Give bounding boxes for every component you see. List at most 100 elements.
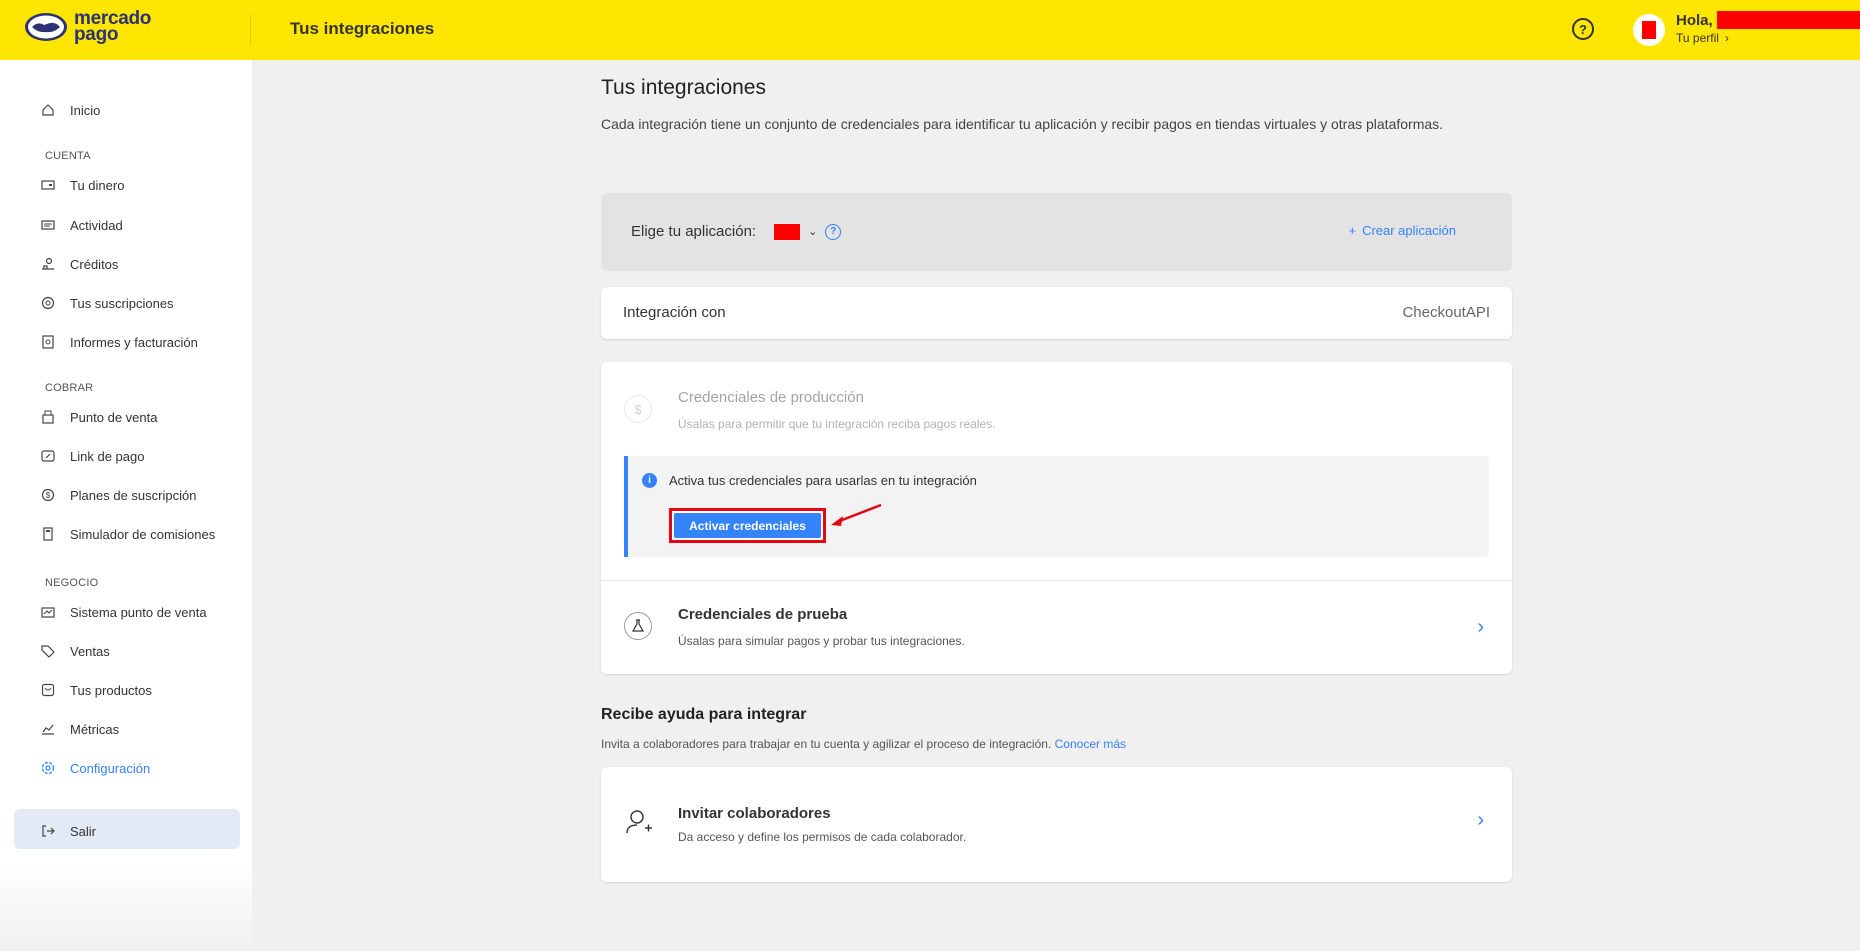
integration-label: Integración con	[623, 304, 726, 321]
flask-icon	[624, 612, 652, 640]
app-selector-box: Elige tu aplicación: ⌄ ? + Crear aplicac…	[601, 193, 1512, 271]
production-subtitle: Úsalas para permitir que tu integración …	[678, 417, 996, 431]
activity-icon	[40, 217, 56, 233]
question-icon[interactable]: ?	[825, 223, 842, 240]
sidebar-item-actividad[interactable]: Actividad	[40, 215, 123, 235]
logo-text-line2: pago	[74, 24, 119, 45]
products-icon	[40, 682, 56, 698]
sidebar-item-label: Link de pago	[70, 448, 145, 464]
profile-link[interactable]: Tu perfil ›	[1676, 31, 1729, 45]
production-title: Credenciales de producción	[678, 389, 864, 406]
top-header: mercado pago Tus integraciones ? Hola, T…	[0, 0, 1860, 60]
gear-icon	[40, 760, 56, 776]
sidebar-item-label: Créditos	[70, 256, 119, 272]
credits-icon	[40, 256, 56, 272]
app-selector-label: Elige tu aplicación:	[631, 223, 757, 240]
logout-icon	[40, 823, 56, 839]
sidebar: Inicio CUENTA Tu dinero Actividad Crédit…	[0, 60, 252, 951]
create-app-label: Crear aplicación	[1362, 223, 1456, 238]
plus-icon: +	[1348, 223, 1357, 238]
add-user-icon	[624, 807, 654, 837]
payment-link-icon	[40, 448, 56, 464]
sidebar-item-label: Tus suscripciones	[70, 295, 174, 311]
tag-icon	[40, 643, 56, 659]
redacted-username	[1716, 11, 1860, 29]
profile-label: Tu perfil	[1676, 31, 1719, 45]
mercado-pago-logo[interactable]: mercado pago	[24, 9, 151, 45]
learn-more-link[interactable]: Conocer más	[1055, 737, 1126, 751]
subscriptions-icon	[40, 295, 56, 311]
credentials-card: $ Credenciales de producción Úsalas para…	[601, 362, 1512, 674]
notice-text: Activa tus credenciales para usarlas en …	[669, 473, 977, 488]
sidebar-item-label: Inicio	[70, 102, 101, 118]
avatar[interactable]	[1633, 14, 1665, 46]
redacted-app-name	[774, 223, 801, 240]
invite-collaborators-card[interactable]: Invitar colaboradores Da acceso y define…	[601, 767, 1512, 882]
test-subtitle: Úsalas para simular pagos y probar tus i…	[678, 634, 965, 648]
redacted-avatar	[1642, 21, 1656, 39]
sidebar-item-creditos[interactable]: Créditos	[40, 254, 118, 274]
page-title: Tus integraciones	[601, 76, 766, 99]
user-greeting: Hola,	[1676, 11, 1860, 29]
chevron-right-icon: ›	[1477, 809, 1484, 831]
help-icon[interactable]: ?	[1572, 18, 1594, 40]
pos-system-icon	[40, 604, 56, 620]
sidebar-item-planes[interactable]: $ Planes de suscripción	[40, 485, 196, 505]
sidebar-item-simulador[interactable]: Simulador de comisiones	[40, 524, 215, 544]
chevron-right-icon: ›	[1724, 31, 1729, 45]
sidebar-item-label: Tus productos	[70, 682, 152, 698]
activation-notice: i Activa tus credenciales para usarlas e…	[624, 456, 1489, 557]
activate-credentials-label: Activar credenciales	[674, 513, 821, 538]
activate-credentials-button[interactable]: Activar credenciales	[669, 508, 826, 543]
greeting-text: Hola,	[1676, 11, 1713, 29]
sidebar-item-tus-suscripciones[interactable]: Tus suscripciones	[40, 293, 174, 313]
section-cuenta: CUENTA	[45, 150, 91, 162]
create-app-button[interactable]: + Crear aplicación	[1348, 223, 1456, 238]
sidebar-item-punto-de-venta[interactable]: Punto de venta	[40, 407, 157, 427]
handshake-logo-icon	[25, 13, 67, 41]
collab-subtitle: Da acceso y define los permisos de cada …	[678, 830, 967, 844]
sidebar-item-label: Ventas	[70, 643, 110, 659]
sidebar-item-ventas[interactable]: Ventas	[40, 641, 110, 661]
sidebar-item-label: Sistema punto de venta	[70, 604, 207, 620]
app-selector[interactable]: Elige tu aplicación: ⌄ ?	[631, 223, 842, 240]
red-arrow-annotation	[831, 503, 882, 526]
sidebar-item-metricas[interactable]: Métricas	[40, 719, 119, 739]
test-title: Credenciales de prueba	[678, 606, 848, 623]
sidebar-item-link-de-pago[interactable]: Link de pago	[40, 446, 144, 466]
header-divider	[250, 14, 251, 46]
sidebar-item-label: Informes y facturación	[70, 334, 198, 350]
sidebar-item-sistema-pos[interactable]: Sistema punto de venta	[40, 602, 207, 622]
sidebar-item-label: Métricas	[70, 721, 120, 737]
sidebar-item-label: Actividad	[70, 217, 123, 233]
sidebar-item-tu-dinero[interactable]: Tu dinero	[40, 175, 124, 195]
help-section-title: Recibe ayuda para integrar	[601, 706, 807, 723]
integration-card: Integración con CheckoutAPI	[601, 287, 1512, 339]
section-negocio: NEGOCIO	[45, 577, 99, 589]
section-cobrar: COBRAR	[45, 382, 94, 394]
header-title: Tus integraciones	[290, 19, 435, 38]
home-icon	[40, 102, 56, 118]
sidebar-item-configuracion[interactable]: Configuración	[40, 758, 150, 778]
point-of-sale-icon	[40, 409, 56, 425]
sidebar-item-salir[interactable]: Salir	[40, 821, 96, 841]
sidebar-item-label: Salir	[70, 823, 97, 839]
dollar-icon: $	[624, 395, 652, 423]
sidebar-item-label: Punto de venta	[70, 409, 158, 425]
sidebar-item-informes[interactable]: Informes y facturación	[40, 332, 198, 352]
svg-text:$: $	[46, 491, 51, 500]
sidebar-bottom-area	[0, 860, 252, 951]
sidebar-item-label: Planes de suscripción	[70, 487, 197, 503]
page-description: Cada integración tiene un conjunto de cr…	[601, 116, 1444, 132]
chevron-down-icon[interactable]: ⌄	[808, 225, 817, 238]
sidebar-item-tus-productos[interactable]: Tus productos	[40, 680, 152, 700]
sidebar-item-inicio[interactable]: Inicio	[40, 100, 100, 120]
sidebar-item-label: Simulador de comisiones	[70, 526, 216, 542]
calculator-icon	[40, 526, 56, 542]
divider	[601, 580, 1512, 581]
info-icon: i	[642, 473, 657, 488]
help-section-description: Invita a colaboradores para trabajar en …	[601, 737, 1126, 751]
subscription-plans-icon: $	[40, 487, 56, 503]
sidebar-item-label: Tu dinero	[70, 177, 125, 193]
integration-value: CheckoutAPI	[1402, 304, 1490, 321]
